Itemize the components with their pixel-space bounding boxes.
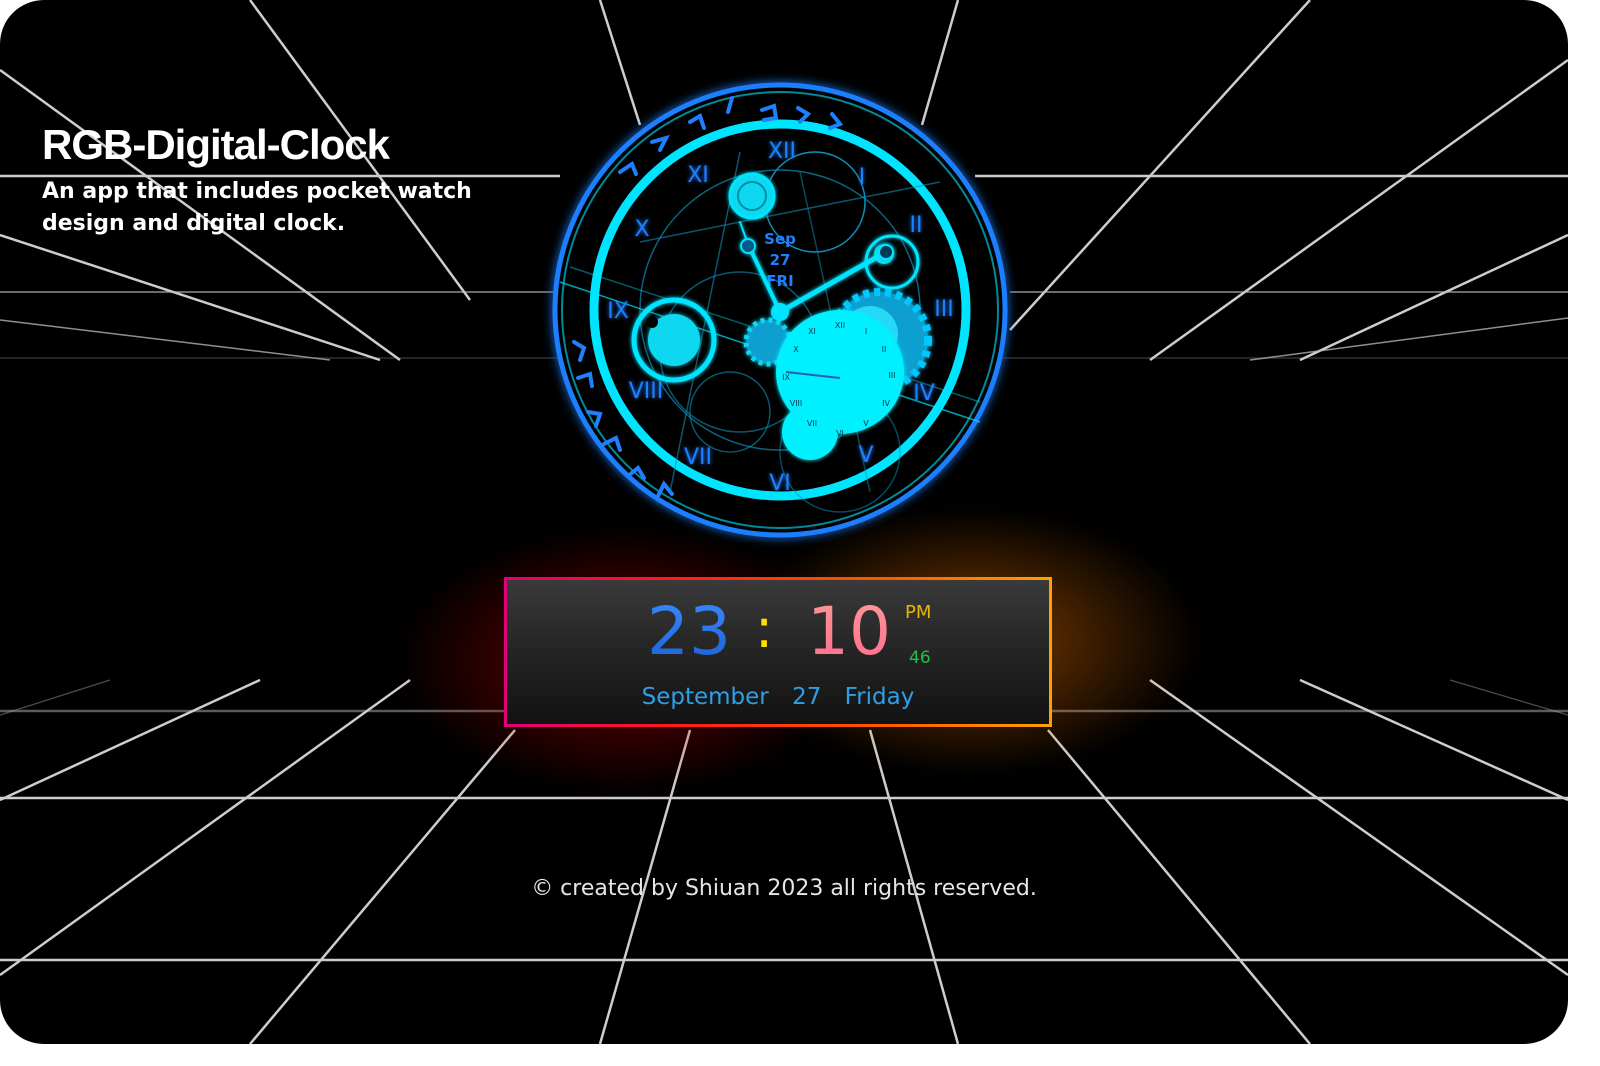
app-frame: RGB-Digital-Clock An app that includes p… xyxy=(0,0,1568,1044)
numeral-x: X xyxy=(634,217,649,242)
numeral-ii: II xyxy=(910,213,923,238)
svg-text:VII: VII xyxy=(807,419,817,428)
svg-text:X: X xyxy=(793,345,799,354)
app-title: RGB-Digital-Clock xyxy=(42,121,390,168)
clock-date-day: 27 xyxy=(792,684,822,710)
svg-text:VI: VI xyxy=(836,429,844,438)
svg-text:VIII: VIII xyxy=(790,399,803,408)
title-block: RGB-Digital-Clock An app that includes p… xyxy=(42,121,562,240)
svg-text:V: V xyxy=(863,419,869,428)
clock-seconds: 46 xyxy=(909,648,931,668)
numeral-viii: VIII xyxy=(629,379,664,404)
svg-text:II: II xyxy=(882,345,887,354)
clock-minute: 10 xyxy=(807,593,891,670)
svg-text:III: III xyxy=(888,371,895,380)
numeral-vii: VII xyxy=(684,445,712,470)
numeral-xii: XII xyxy=(768,139,796,164)
clock-ampm: PM xyxy=(905,602,932,623)
footer-copyright: © created by Shiuan 2023 all rights rese… xyxy=(531,876,1037,901)
clock-date-month: September xyxy=(641,684,769,710)
svg-text:I: I xyxy=(865,327,867,336)
watch-date-day: 27 xyxy=(770,251,791,269)
svg-text:IX: IX xyxy=(782,373,790,382)
numeral-iii: III xyxy=(934,297,953,322)
clock-date-weekday: Friday xyxy=(844,684,915,710)
numeral-iv: IV xyxy=(913,381,935,406)
clock-hour: 23 xyxy=(647,593,731,670)
svg-text:IV: IV xyxy=(882,399,890,408)
clock-date: September 27 Friday xyxy=(507,684,1049,710)
svg-text:XI: XI xyxy=(808,327,816,336)
numeral-i: I xyxy=(859,165,866,190)
time-row: 23 : 10 PM 46 xyxy=(507,592,1049,672)
clock-separator: : xyxy=(755,597,774,660)
numeral-v: V xyxy=(858,443,873,468)
app-description: An app that includes pocket watch design… xyxy=(42,179,472,237)
watch-date-month: Sep xyxy=(764,230,796,248)
numeral-ix: IX xyxy=(607,299,629,324)
numeral-xi: XI xyxy=(687,163,709,188)
digital-clock: 23 : 10 PM 46 September 27 Friday xyxy=(504,577,1052,727)
svg-text:XII: XII xyxy=(835,321,845,330)
